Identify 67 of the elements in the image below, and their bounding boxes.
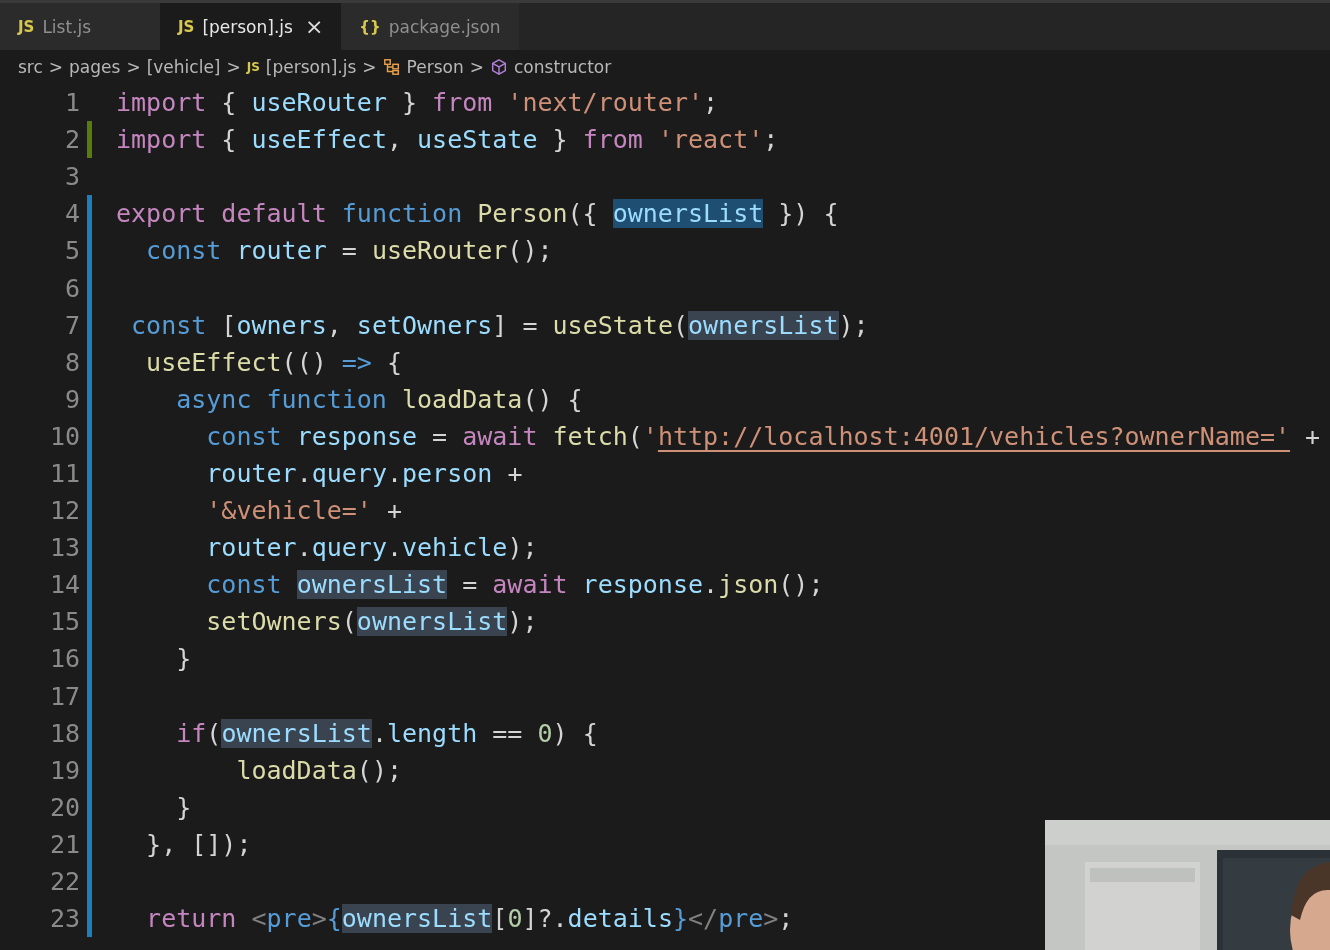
- code-line: import { useEffect, useState } from 'react';: [116, 125, 779, 155]
- line-number: 13: [48, 533, 80, 563]
- file-type-icon: JS: [246, 60, 260, 74]
- code-line: }: [175, 792, 192, 822]
- breadcrumb-item[interactable]: Person: [406, 57, 464, 77]
- code-line: router.query.person +: [205, 459, 523, 488]
- line-number: 4: [63, 199, 80, 229]
- editor-tab[interactable]: JS List.js: [0, 3, 160, 50]
- breadcrumb-separator: >: [126, 57, 141, 77]
- code-line: router.query.vehicle);: [205, 533, 538, 563]
- class-icon: [382, 58, 401, 76]
- breadcrumb-separator: >: [48, 57, 64, 77]
- code-line: const [owners, setOwners] = useState(ownersList);: [130, 310, 869, 340]
- code-line: }: [175, 644, 192, 674]
- code-line: const router = useRouter();: [145, 236, 553, 266]
- code-line: loadData();: [235, 755, 402, 785]
- breadcrumb-item[interactable]: constructor: [514, 57, 612, 77]
- breadcrumb-item[interactable]: src: [18, 57, 43, 77]
- line-number: 2: [63, 125, 80, 155]
- code-line: return <pre>{ownersList[0]?.details}</pre>;: [145, 904, 794, 934]
- tab-label: List.js: [42, 16, 92, 37]
- code-line: }, []);: [145, 829, 252, 859]
- code-line: if(ownersList.length == 0) {: [175, 718, 598, 748]
- line-number: 10: [48, 421, 80, 451]
- code-line: async function loadData() {: [175, 384, 583, 414]
- editor-tab[interactable]: {} package.json: [341, 3, 519, 50]
- tab-label: package.json: [388, 16, 501, 37]
- line-number: 17: [48, 681, 80, 711]
- line-number: 6: [63, 273, 80, 303]
- breadcrumb-separator: >: [362, 57, 377, 77]
- line-number: 20: [48, 792, 80, 822]
- code-line: const response = await fetch('http://localhost:4001/vehicles?ownerName=' +: [205, 421, 1321, 451]
- line-number: 21: [48, 829, 80, 859]
- line-number: 23: [48, 904, 80, 934]
- line-number: 15: [48, 607, 80, 637]
- breadcrumb-item[interactable]: [person].js: [265, 57, 357, 77]
- breadcrumb-separator: >: [469, 57, 484, 77]
- close-icon[interactable]: ×: [304, 14, 324, 39]
- editor-tab[interactable]: JS [person].js ×: [160, 3, 342, 50]
- breadcrumb-item[interactable]: pages: [69, 57, 121, 77]
- file-type-icon: {}: [359, 17, 381, 36]
- code-line: const ownersList = await response.json();: [205, 570, 824, 600]
- line-number: 7: [63, 310, 80, 340]
- line-number: 9: [63, 384, 80, 414]
- line-number: 5: [63, 236, 80, 266]
- code-line: setOwners(ownersList);: [205, 607, 538, 637]
- change-marker: [87, 121, 92, 159]
- code-line: export default function Person({ ownersList }) {: [116, 199, 839, 229]
- line-number: 18: [48, 718, 80, 748]
- code-line: '&vehicle=' +: [205, 496, 402, 526]
- line-number: 11: [48, 459, 80, 488]
- line-number: 22: [48, 867, 80, 896]
- file-type-icon: JS: [178, 17, 195, 36]
- line-number: 8: [63, 347, 80, 377]
- cube-icon: [490, 58, 508, 76]
- file-type-icon: JS: [18, 17, 35, 36]
- breadcrumb-separator: >: [226, 57, 241, 77]
- line-number: 12: [48, 496, 80, 526]
- code-line: useEffect(() => {: [145, 347, 402, 377]
- line-number: 3: [63, 162, 80, 192]
- line-number: 1: [63, 88, 80, 118]
- breadcrumb-item[interactable]: [vehicle]: [146, 57, 221, 77]
- tab-label: [person].js: [202, 16, 293, 37]
- code-line: import { useRouter } from 'next/router';: [116, 88, 719, 118]
- line-number: 14: [48, 570, 80, 600]
- line-number: 19: [48, 755, 80, 785]
- line-number: 16: [48, 644, 80, 674]
